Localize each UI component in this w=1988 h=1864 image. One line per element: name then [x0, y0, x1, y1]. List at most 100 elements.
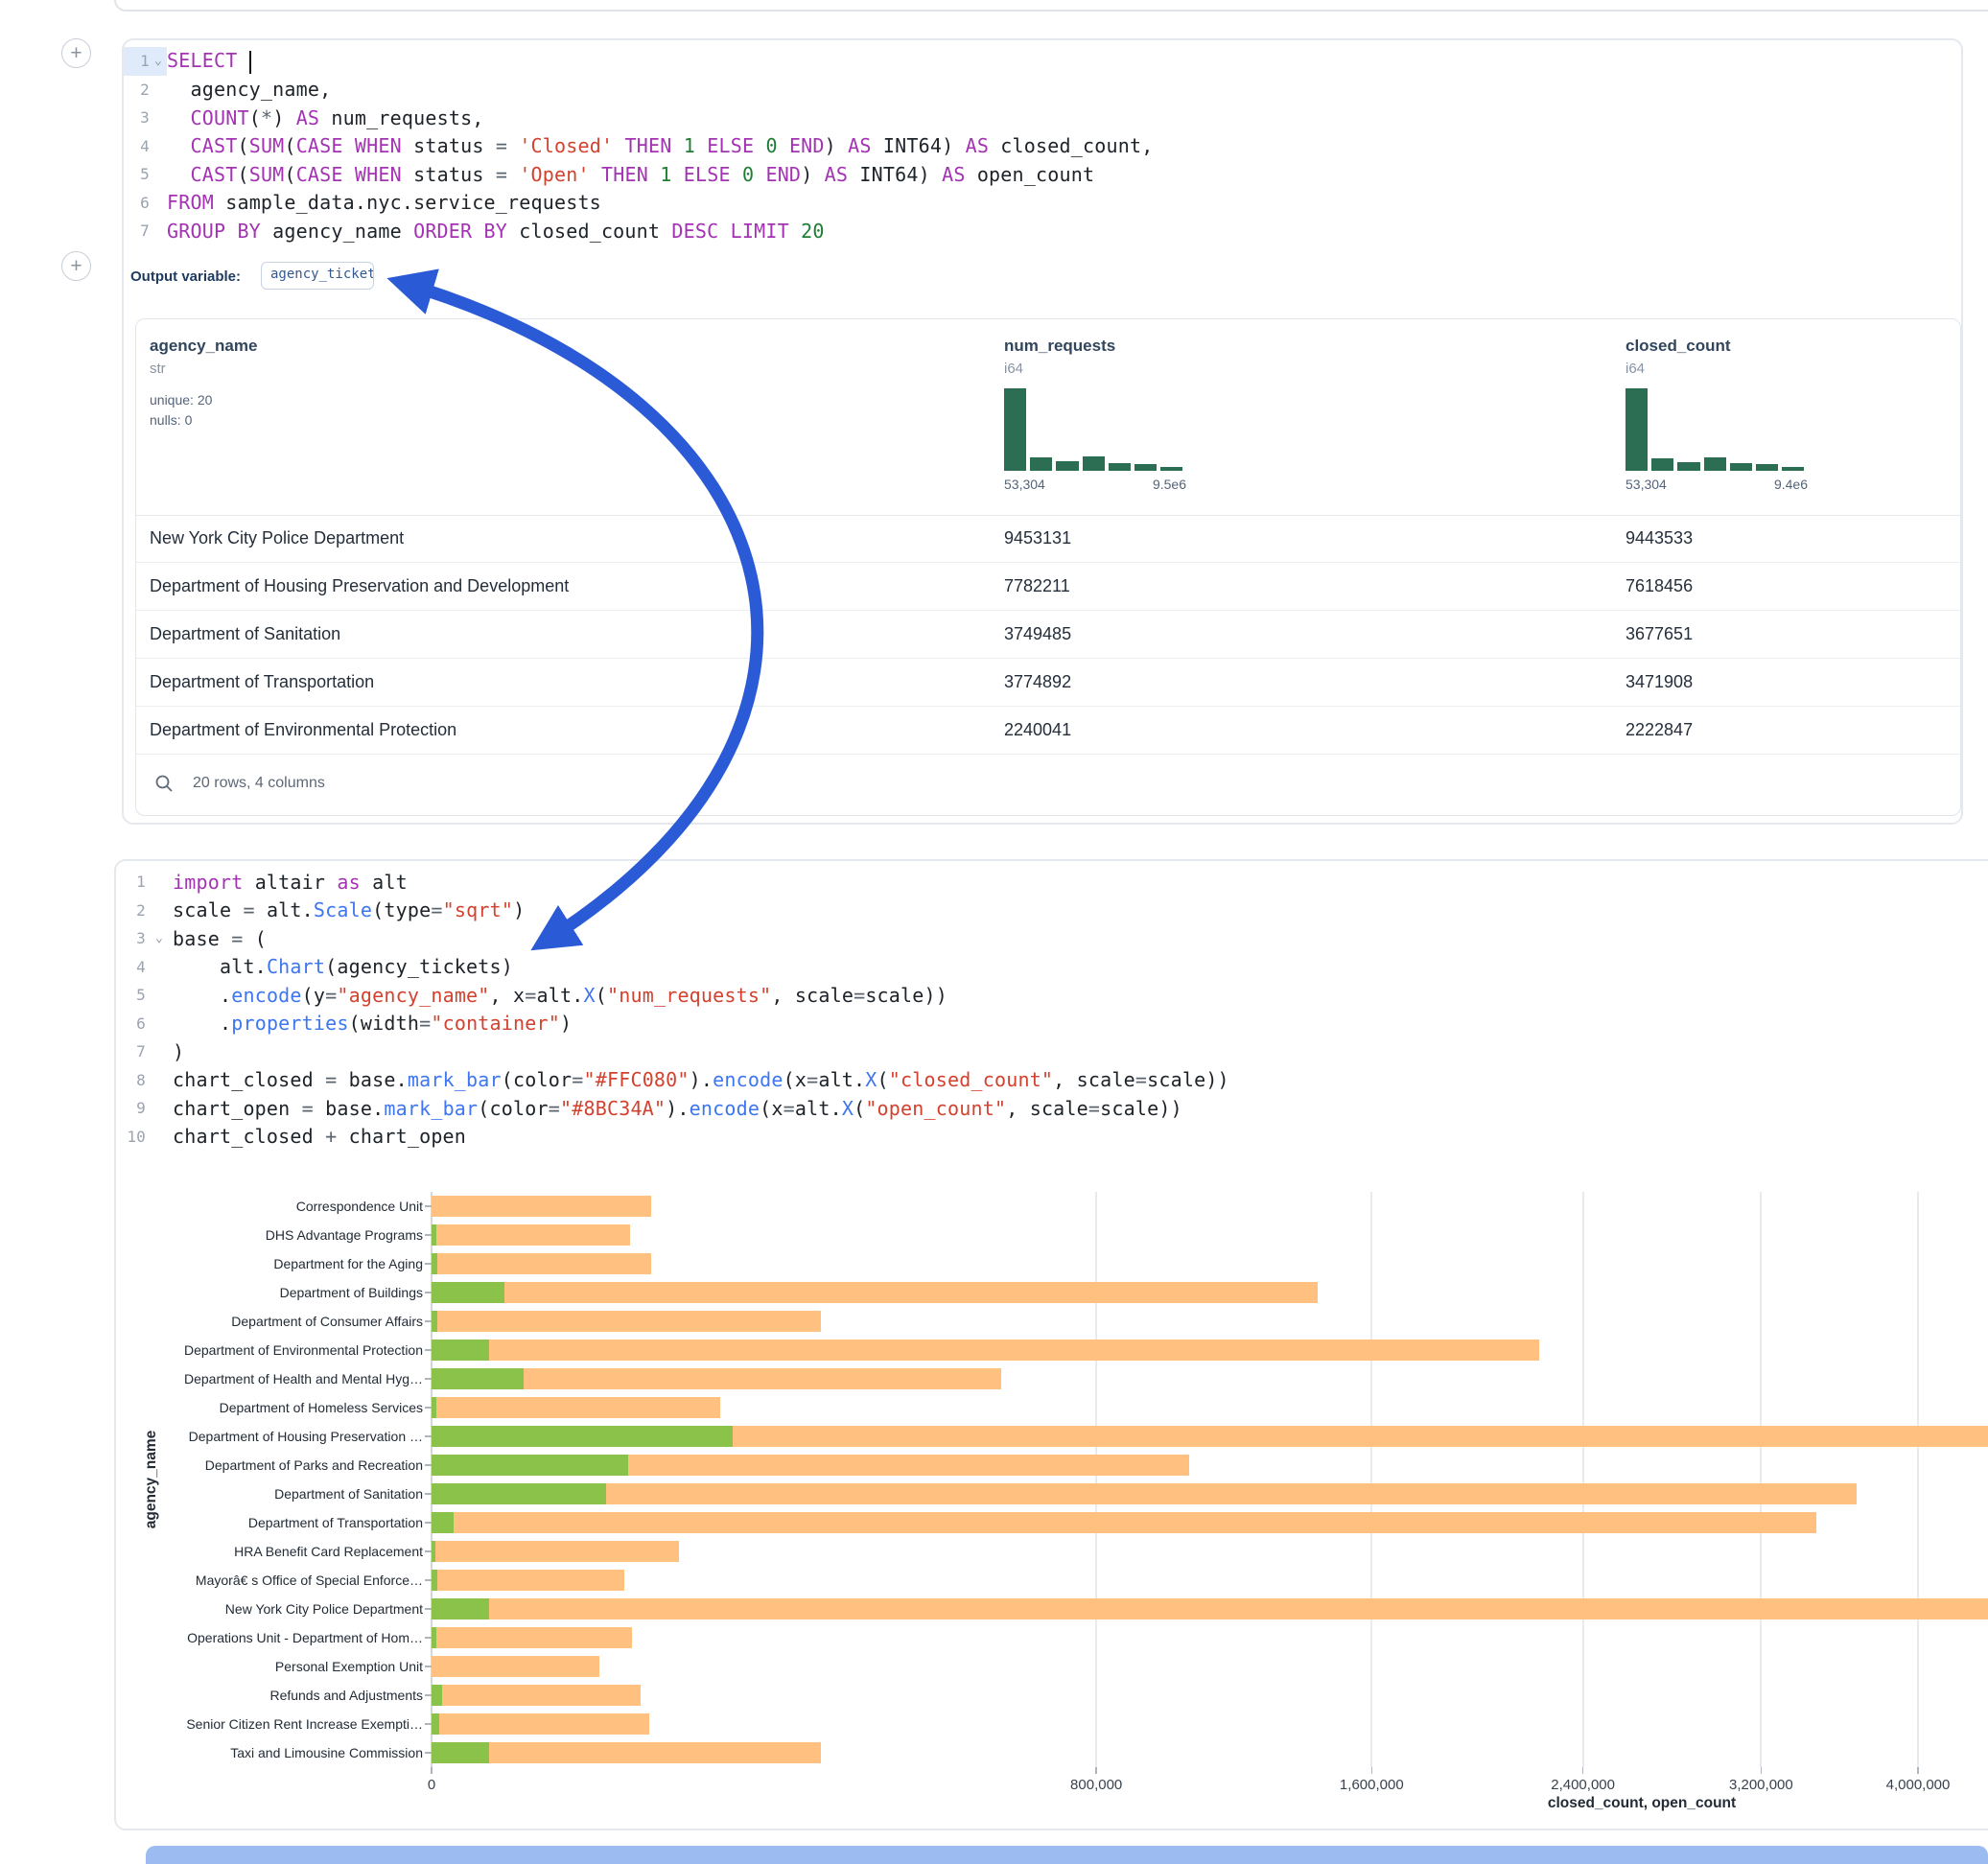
add-cell-button[interactable]: + — [61, 38, 91, 68]
column-histogram — [1625, 388, 1808, 471]
column-header-num-requests: num_requests i64 53,304 9.5e6 — [1004, 319, 1186, 492]
sql-editor[interactable]: 1⌄SELECT 2 agency_name,3 COUNT(*) AS num… — [124, 47, 1959, 245]
table-cell: Department of Transportation — [150, 659, 374, 706]
table-cell: Department of Sanitation — [150, 611, 340, 658]
histogram-bar — [1704, 457, 1726, 471]
code-line[interactable]: 1import altair as alt — [116, 868, 1988, 897]
line-number: 1 — [124, 52, 150, 70]
line-number: 4 — [124, 137, 150, 155]
output-variable-label: Output variable: — [130, 268, 241, 285]
table-cell: 9453131 — [1004, 515, 1071, 562]
line-number: 4 — [116, 958, 146, 976]
previous-cell-border — [114, 0, 1988, 12]
fold-chevron-icon[interactable]: ⌄ — [146, 931, 173, 945]
code-line[interactable]: 10chart_closed + chart_open — [116, 1123, 1988, 1152]
table-cell: 7782211 — [1004, 563, 1070, 610]
python-editor[interactable]: 1import altair as alt2scale = alt.Scale(… — [116, 868, 1988, 1151]
code-line[interactable]: 2 agency_name, — [124, 76, 1959, 105]
python-cell: 1import altair as alt2scale = alt.Scale(… — [114, 859, 1988, 1830]
code-line[interactable]: 5 CAST(SUM(CASE WHEN status = 'Open' THE… — [124, 160, 1959, 189]
table-cell: 3774892 — [1004, 659, 1071, 706]
column-header-closed-count: closed_count i64 53,304 9.4e6 — [1625, 319, 1808, 492]
code-line[interactable]: 7) — [116, 1037, 1988, 1066]
column-histogram — [1004, 388, 1186, 471]
code-line[interactable]: 6FROM sample_data.nyc.service_requests — [124, 189, 1959, 218]
code-line[interactable]: 3⌄base = ( — [116, 924, 1988, 953]
column-header-agency-name: agency_name str unique: 20 nulls: 0 — [150, 319, 257, 428]
histogram-bar — [1030, 457, 1052, 471]
table-row[interactable]: Department of Environmental Protection 22… — [136, 707, 1960, 755]
table-header: agency_name str unique: 20 nulls: 0 num_… — [136, 319, 1960, 516]
code-line[interactable]: 3 COUNT(*) AS num_requests, — [124, 104, 1959, 132]
code-line[interactable]: 5 .encode(y="agency_name", x=alt.X("num_… — [116, 981, 1988, 1010]
table-cell: Department of Housing Preservation and D… — [150, 563, 569, 610]
table-row[interactable]: Department of Housing Preservation and D… — [136, 563, 1960, 611]
next-cell-selected-edge[interactable] — [146, 1846, 1988, 1864]
table-row[interactable]: New York City Police Department 9453131 94… — [136, 515, 1960, 563]
histogram-bar — [1677, 462, 1699, 471]
code-line[interactable]: 4 CAST(SUM(CASE WHEN status = 'Closed' T… — [124, 132, 1959, 161]
line-number: 6 — [116, 1014, 146, 1033]
text-cursor — [249, 51, 252, 74]
notebook-canvas: + + 1⌄SELECT 2 agency_name,3 COUNT(*) AS… — [0, 0, 1988, 1864]
code-line[interactable]: 6 .properties(width="container") — [116, 1010, 1988, 1038]
table-cell: 7618456 — [1625, 563, 1693, 610]
code-line[interactable]: 2scale = alt.Scale(type="sqrt") — [116, 897, 1988, 925]
table-cell: New York City Police Department — [150, 515, 404, 562]
histogram-bar — [1730, 463, 1752, 471]
table-row[interactable]: Department of Sanitation 3749485 3677651 — [136, 611, 1960, 659]
line-number: 7 — [116, 1042, 146, 1060]
histogram-bar — [1083, 456, 1105, 471]
table-cell: 3749485 — [1004, 611, 1071, 658]
code-line[interactable]: 9chart_open = base.mark_bar(color="#8BC3… — [116, 1094, 1988, 1123]
line-number: 2 — [124, 81, 150, 99]
code-line[interactable]: 8chart_closed = base.mark_bar(color="#FF… — [116, 1066, 1988, 1095]
search-icon[interactable] — [154, 774, 174, 793]
table-cell: 3471908 — [1625, 659, 1693, 706]
line-number: 5 — [116, 986, 146, 1004]
results-table: agency_name str unique: 20 nulls: 0 num_… — [135, 318, 1961, 816]
column-name: closed_count — [1625, 337, 1808, 356]
code-line[interactable]: 7GROUP BY agency_name ORDER BY closed_co… — [124, 217, 1959, 245]
table-row[interactable]: Department of Transportation 3774892 34719… — [136, 659, 1960, 707]
column-name: agency_name — [150, 337, 257, 356]
column-stat-nulls: nulls: 0 — [150, 412, 257, 428]
row-count-label: 20 rows, 4 columns — [193, 775, 325, 792]
line-number: 5 — [124, 165, 150, 183]
line-number: 10 — [116, 1128, 146, 1146]
column-stat-unique: unique: 20 — [150, 392, 257, 408]
histogram-min: 53,304 — [1625, 477, 1667, 492]
histogram-range: 53,304 9.4e6 — [1625, 477, 1808, 492]
histogram-bar — [1651, 458, 1673, 471]
line-number: 3 — [124, 108, 150, 127]
column-name: num_requests — [1004, 337, 1186, 356]
histogram-bar — [1134, 464, 1157, 471]
histogram-bar — [1782, 467, 1804, 471]
fold-chevron-icon[interactable]: ⌄ — [150, 54, 167, 68]
table-cell: Department of Environmental Protection — [150, 707, 456, 754]
column-type: i64 — [1625, 361, 1808, 377]
histogram-max: 9.4e6 — [1774, 477, 1808, 492]
histogram-bar — [1625, 388, 1648, 471]
table-cell: 9443533 — [1625, 515, 1693, 562]
column-type: i64 — [1004, 361, 1186, 377]
table-body: New York City Police Department 9453131 94… — [136, 515, 1960, 755]
histogram-bar — [1160, 467, 1182, 471]
code-line[interactable]: 1⌄SELECT — [124, 47, 1959, 76]
add-cell-button[interactable]: + — [61, 251, 91, 281]
histogram-max: 9.5e6 — [1153, 477, 1186, 492]
code-line[interactable]: 4 alt.Chart(agency_tickets) — [116, 953, 1988, 982]
line-number: 3 — [116, 929, 146, 947]
histogram-bar — [1056, 461, 1078, 471]
table-cell: 3677651 — [1625, 611, 1693, 658]
histogram-bar — [1109, 463, 1131, 471]
line-number: 8 — [116, 1071, 146, 1089]
table-cell: 2240041 — [1004, 707, 1071, 754]
histogram-bar — [1756, 464, 1778, 471]
output-variable-chip[interactable]: agency_tickets — [261, 262, 374, 290]
column-type: str — [150, 361, 257, 377]
line-number: 7 — [124, 221, 150, 240]
line-number: 2 — [116, 901, 146, 920]
table-footer: 20 rows, 4 columns — [136, 752, 325, 815]
line-number: 6 — [124, 194, 150, 212]
